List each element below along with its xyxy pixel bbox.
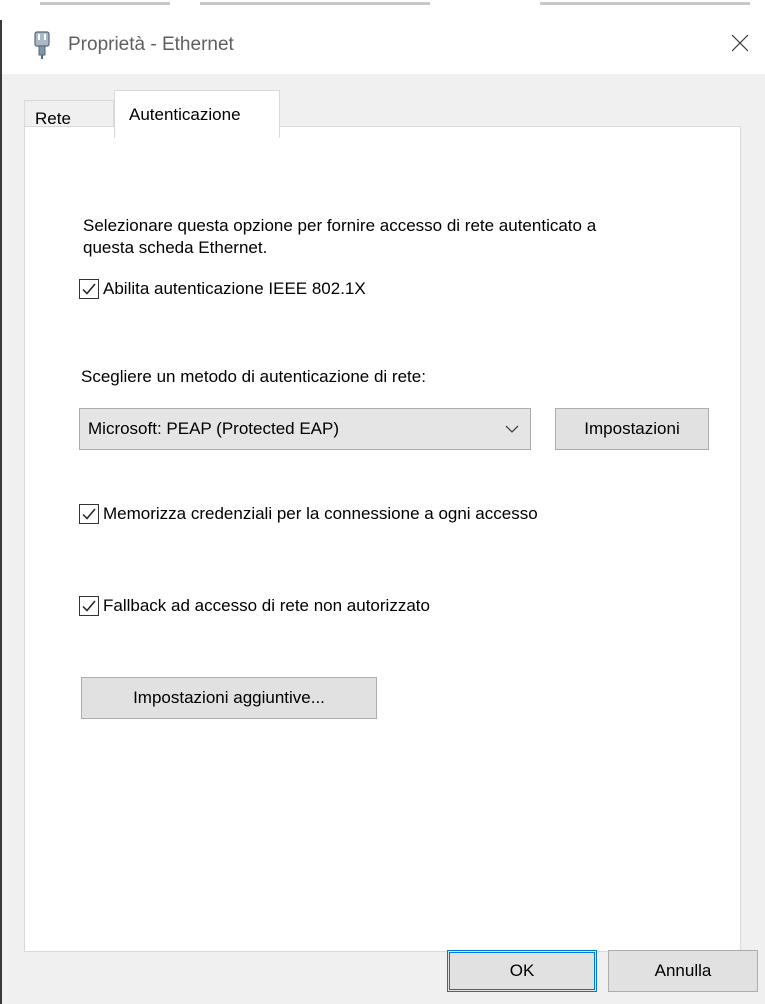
authentication-panel: Selezionare questa opzione per fornire a… — [24, 126, 741, 952]
checkmark-icon — [82, 600, 96, 612]
close-button[interactable] — [721, 26, 759, 64]
additional-settings-button[interactable]: Impostazioni aggiuntive... — [81, 677, 377, 719]
description-text: Selezionare questa opzione per fornire a… — [83, 216, 597, 257]
fallback-checkbox[interactable]: Fallback ad accesso di rete non autorizz… — [79, 595, 430, 617]
remember-credentials-checkbox[interactable]: Memorizza credenziali per la connessione… — [79, 503, 579, 525]
tab-autenticazione[interactable]: Autenticazione — [114, 90, 280, 138]
close-icon — [731, 34, 749, 57]
properties-dialog: Proprietà - Ethernet Rete Autenticazione… — [2, 20, 765, 1004]
cancel-button[interactable]: Annulla — [608, 950, 758, 992]
remember-credentials-label: Memorizza credenziali per la connessione… — [103, 504, 538, 523]
ok-button[interactable]: OK — [447, 950, 597, 992]
enable-8021x-checkbox[interactable]: Abilita autenticazione IEEE 802.1X — [79, 278, 366, 300]
title-bar[interactable]: Proprietà - Ethernet — [2, 20, 765, 74]
fallback-label: Fallback ad accesso di rete non autorizz… — [103, 596, 430, 615]
window-title: Proprietà - Ethernet — [68, 34, 234, 55]
checkbox-box[interactable] — [79, 504, 99, 524]
auth-method-select[interactable]: Microsoft: PEAP (Protected EAP) — [79, 408, 531, 450]
background-window-strip — [0, 0, 765, 21]
method-label: Scegliere un metodo di autenticazione di… — [81, 367, 426, 386]
chevron-down-icon — [504, 421, 520, 442]
checkbox-box[interactable] — [79, 596, 99, 616]
auth-method-value: Microsoft: PEAP (Protected EAP) — [88, 419, 339, 438]
checkmark-icon — [82, 283, 96, 295]
checkbox-box[interactable] — [79, 279, 99, 299]
ethernet-plug-icon — [32, 31, 52, 59]
enable-8021x-label: Abilita autenticazione IEEE 802.1X — [103, 279, 366, 298]
settings-button[interactable]: Impostazioni — [555, 408, 709, 450]
checkmark-icon — [82, 508, 96, 520]
